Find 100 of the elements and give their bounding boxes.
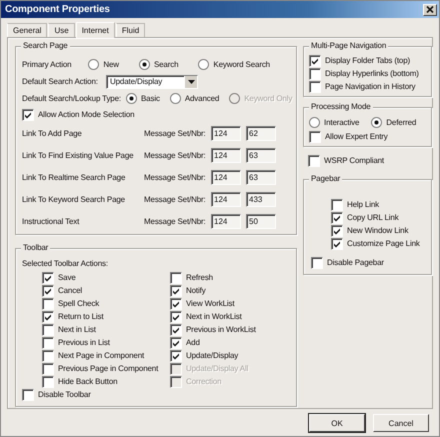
check-icon <box>44 312 52 320</box>
radio-label[interactable]: Basic <box>140 94 160 103</box>
checkbox-label[interactable]: Previous in List <box>58 338 110 347</box>
tab[interactable]: General <box>7 23 48 37</box>
radio-button[interactable] <box>309 117 320 128</box>
radio-button[interactable] <box>198 59 210 70</box>
checkbox[interactable] <box>170 272 182 284</box>
checkbox-label[interactable]: Hide Back Button <box>58 377 118 386</box>
checkbox-label[interactable]: Display Folder Tabs (top) <box>325 56 410 65</box>
checkbox-label[interactable]: Allow Action Mode Selection <box>38 110 134 119</box>
checkbox[interactable] <box>42 350 54 362</box>
checkbox[interactable] <box>42 298 54 310</box>
link-label: Link To Find Existing Value Page <box>22 151 134 160</box>
radio-button[interactable] <box>126 93 137 104</box>
checkbox[interactable] <box>331 238 343 250</box>
group-title: Processing Mode <box>309 102 373 111</box>
message-set-field[interactable]: 124 <box>211 148 241 163</box>
checkbox-label[interactable]: Spell Check <box>58 299 100 308</box>
checkbox-label[interactable]: New Window Link <box>347 226 408 235</box>
tab[interactable]: Internet <box>76 22 115 38</box>
checkbox[interactable] <box>42 336 54 348</box>
checkbox[interactable] <box>170 324 182 336</box>
checkbox-label[interactable]: Display Hyperlinks (bottom) <box>325 69 419 78</box>
checkbox-label[interactable]: Allow Expert Entry <box>325 132 388 141</box>
checkbox[interactable] <box>170 298 182 310</box>
radio-button[interactable] <box>138 59 150 70</box>
checkbox[interactable] <box>42 362 54 374</box>
message-number-field[interactable]: 62 <box>246 126 276 141</box>
dialog-button[interactable]: Cancel <box>373 414 429 432</box>
radio-label[interactable]: Search <box>154 60 178 69</box>
checkbox-label[interactable]: Cancel <box>58 286 82 295</box>
checkbox-label[interactable]: WSRP Compliant <box>324 156 384 165</box>
caret-icon <box>184 76 197 88</box>
checkbox[interactable] <box>170 336 182 348</box>
checkbox-label[interactable]: Refresh <box>186 273 213 282</box>
radio-label[interactable]: Keyword Search <box>213 60 270 69</box>
checkbox[interactable] <box>22 388 34 400</box>
checkbox-label[interactable]: Add <box>186 338 200 347</box>
checkbox[interactable] <box>170 284 182 296</box>
checkbox[interactable] <box>22 108 34 120</box>
radio-button[interactable] <box>371 117 382 128</box>
link-label: Link To Keyword Search Page <box>22 195 126 204</box>
checkbox-label[interactable]: Return to List <box>58 312 104 321</box>
radio-button[interactable] <box>170 93 181 104</box>
message-set-field[interactable]: 124 <box>211 214 241 229</box>
checkbox-label[interactable]: Save <box>58 273 76 282</box>
radio-label[interactable]: Deferred <box>386 118 416 127</box>
checkbox-label[interactable]: Page Navigation in History <box>325 82 416 91</box>
checkbox-label[interactable]: Previous in WorkList <box>186 325 256 334</box>
link-label: Link To Add Page <box>22 129 83 138</box>
radio-label[interactable]: Advanced <box>184 94 220 103</box>
checkbox-label[interactable]: Notify <box>186 286 206 295</box>
checkbox[interactable] <box>309 68 321 80</box>
checkbox-label[interactable]: Previous Page in Component <box>58 364 158 373</box>
radio-label[interactable]: New <box>103 60 119 69</box>
dialog-button[interactable]: OK <box>309 414 365 432</box>
message-set-field[interactable]: 124 <box>211 126 241 141</box>
checkbox[interactable] <box>42 310 54 322</box>
checkbox-label[interactable]: Next in WorkList <box>186 312 242 321</box>
dropdown[interactable]: Update/Display <box>106 74 198 88</box>
checkbox-label[interactable]: Disable Pagebar <box>327 258 384 267</box>
checkbox[interactable] <box>170 350 182 362</box>
checkbox-label[interactable]: Help Link <box>347 200 380 209</box>
group-title: Multi-Page Navigation <box>309 41 388 50</box>
field-label: Default Search/Lookup Type: <box>22 94 121 103</box>
checkbox[interactable] <box>308 154 320 166</box>
checkbox-label[interactable]: Customize Page Link <box>347 239 420 248</box>
field-label: Message Set/Nbr: <box>144 217 207 226</box>
checkbox-label[interactable]: Next in List <box>58 325 96 334</box>
checkbox[interactable] <box>309 54 321 66</box>
checkbox[interactable] <box>309 130 321 142</box>
field-label: Primary Action <box>22 60 72 69</box>
checkbox-label[interactable]: View WorkList <box>186 299 234 308</box>
tab[interactable]: Fluid <box>116 23 146 37</box>
checkbox-label[interactable]: Next Page in Component <box>58 351 144 360</box>
message-number-field[interactable]: 433 <box>246 192 276 207</box>
checkbox[interactable] <box>170 310 182 322</box>
radio-label[interactable]: Interactive <box>324 118 360 127</box>
checkbox[interactable] <box>331 224 343 236</box>
checkbox[interactable] <box>331 198 343 210</box>
checkbox[interactable] <box>42 376 54 388</box>
tab[interactable]: Use <box>48 23 75 37</box>
checkbox[interactable] <box>309 80 321 92</box>
group-title: Search Page <box>21 41 70 50</box>
message-set-field[interactable]: 124 <box>211 192 241 207</box>
message-number-field[interactable]: 63 <box>246 170 276 185</box>
group-title: Pagebar <box>309 174 342 183</box>
checkbox[interactable] <box>311 256 323 268</box>
message-number-field[interactable]: 50 <box>246 214 276 229</box>
checkbox-label[interactable]: Disable Toolbar <box>38 390 91 399</box>
checkbox-label[interactable]: Update/Display <box>186 351 238 360</box>
checkbox[interactable] <box>42 324 54 336</box>
radio-button[interactable] <box>88 59 100 70</box>
checkbox-label[interactable]: Copy URL Link <box>347 213 399 222</box>
close-button[interactable] <box>423 4 437 16</box>
checkbox[interactable] <box>331 212 343 224</box>
message-set-field[interactable]: 124 <box>211 170 241 185</box>
checkbox[interactable] <box>42 284 54 296</box>
checkbox[interactable] <box>42 272 54 284</box>
message-number-field[interactable]: 63 <box>246 148 276 163</box>
